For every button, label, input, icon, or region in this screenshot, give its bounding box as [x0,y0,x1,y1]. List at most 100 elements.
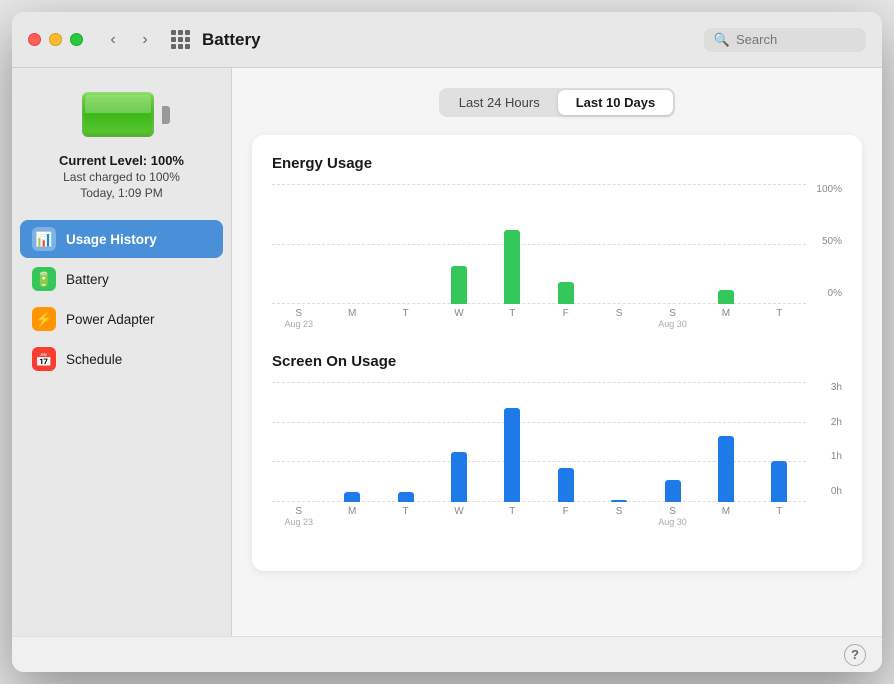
forward-button[interactable]: › [131,26,159,54]
energy-bar-column [379,302,432,304]
x-label-day: S [669,308,676,319]
x-label-day: F [563,506,569,517]
energy-x-label-group: M [325,308,378,329]
sidebar-label-schedule: Schedule [66,352,122,367]
x-label-day: M [348,506,356,517]
sidebar-item-battery[interactable]: 🔋 Battery [20,260,223,298]
titlebar: ‹ › Battery 🔍 [12,12,882,68]
energy-bar [665,302,681,304]
x-label-day: S [295,506,302,517]
grid-dot [171,30,176,35]
main-window: ‹ › Battery 🔍 [12,12,882,672]
screen-bar [344,492,360,502]
energy-bar [611,302,627,304]
energy-y-label-100: 100% [816,184,842,195]
x-label-day: T [776,308,782,319]
x-label-day: W [454,308,463,319]
x-label-day: T [402,506,408,517]
energy-bar [558,282,574,304]
screen-bar-column [592,500,645,502]
screen-x-labels: SAug 23MTWTFSSAug 30MT [272,502,806,527]
screen-x-label-group: W [432,506,485,527]
energy-y-label-50: 50% [822,236,842,247]
search-box[interactable]: 🔍 [704,28,866,52]
energy-bar [344,302,360,304]
sidebar-item-power-adapter[interactable]: ⚡ Power Adapter [20,300,223,338]
energy-bar [398,302,414,304]
sidebar-item-schedule[interactable]: 📅 Schedule [20,340,223,378]
battery-info: Current Level: 100% Last charged to 100%… [59,153,184,200]
nav-buttons: ‹ › [99,26,159,54]
energy-bar-column [486,230,539,304]
energy-x-label-group: M [699,308,752,329]
energy-x-label-group: F [539,308,592,329]
screen-bar [718,436,734,502]
energy-x-label-group: T [753,308,806,329]
help-button[interactable]: ? [844,644,866,666]
battery-tip [162,106,170,124]
battery-nav-icon: 🔋 [32,267,56,291]
x-label-day: M [722,506,730,517]
power-adapter-icon: ⚡ [32,307,56,331]
screen-bar-column [699,436,752,502]
energy-chart-area: SAug 23MTWTFSSAug 30MT [272,184,806,329]
screen-x-label-group: F [539,506,592,527]
x-label-day: S [669,506,676,517]
energy-x-label-group: T [486,308,539,329]
app-grid-icon[interactable] [171,30,190,49]
x-label-date: Aug 30 [658,319,687,329]
energy-bar-column [592,302,645,304]
tab-bar: Last 24 Hours Last 10 Days [439,88,675,117]
schedule-icon: 📅 [32,347,56,371]
screen-bar-column [379,492,432,502]
charts-container: Energy Usage 100% 50% 0% [252,135,862,571]
close-button[interactable] [28,33,41,46]
energy-x-label-group: S [592,308,645,329]
search-input[interactable] [736,32,856,47]
minimize-button[interactable] [49,33,62,46]
energy-x-label-group: T [379,308,432,329]
screen-bar [451,452,467,502]
tab-last-24h[interactable]: Last 24 Hours [441,90,558,115]
screen-bar-column [432,452,485,502]
energy-x-label-group: SAug 23 [272,308,325,329]
maximize-button[interactable] [70,33,83,46]
energy-chart-wrapper: 100% 50% 0% [272,184,842,329]
battery-visual [82,92,162,137]
energy-bar-column [539,282,592,304]
battery-time-text: Today, 1:09 PM [59,186,184,200]
screen-y-label-0h: 0h [831,486,842,497]
grid-dot [185,44,190,49]
usage-history-icon: 📊 [32,227,56,251]
screen-y-label-2h: 2h [831,417,842,428]
grid-dot [178,44,183,49]
energy-bar [291,302,307,304]
screen-bar-column [539,468,592,502]
energy-usage-section: Energy Usage 100% 50% 0% [272,155,842,329]
screen-bar [611,500,627,502]
screen-bar [398,492,414,502]
tab-last-10-days[interactable]: Last 10 Days [558,90,674,115]
grid-dot [171,44,176,49]
screen-x-label-group: M [325,506,378,527]
screen-bar-column [272,500,325,502]
screen-x-label-group: T [486,506,539,527]
screen-bar [558,468,574,502]
energy-bar [504,230,520,304]
window-title: Battery [202,30,261,50]
energy-chart-title: Energy Usage [272,155,842,172]
screen-bars-row [272,382,806,502]
screen-bar-column [486,408,539,502]
search-icon: 🔍 [714,32,730,48]
screen-bar [291,500,307,502]
energy-y-labels: 100% 50% 0% [806,184,842,299]
sidebar-label-usage-history: Usage History [66,232,157,247]
back-button[interactable]: ‹ [99,26,127,54]
sidebar-label-battery: Battery [66,272,109,287]
x-label-day: S [616,308,623,319]
energy-bars-container [272,184,806,304]
energy-x-label-group: SAug 30 [646,308,699,329]
screen-bars-container [272,382,806,502]
screen-bar [771,461,787,502]
sidebar-item-usage-history[interactable]: 📊 Usage History [20,220,223,258]
